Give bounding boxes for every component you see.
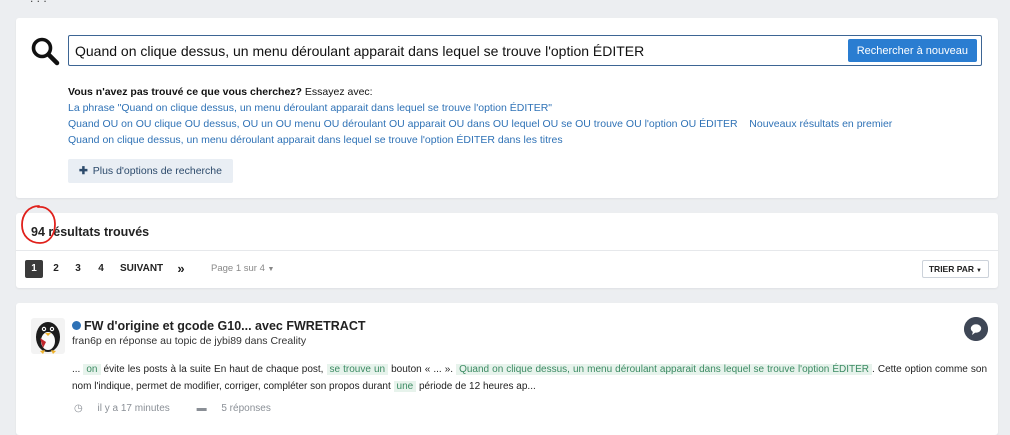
next-page-button[interactable]: SUIVANT (120, 260, 163, 278)
avatar[interactable] (31, 318, 65, 354)
suggest-heading: Vous n'avez pas trouvé ce que vous cherc… (68, 84, 892, 100)
clock-icon: ◷ (74, 403, 83, 414)
results-count-heading: 94 résultats trouvés (31, 225, 149, 239)
snippet-text: ... (72, 364, 84, 375)
search-input[interactable] (75, 40, 835, 62)
snippet-text: évite les posts à la suite En haut de ch… (100, 364, 327, 375)
results-count: 94 (31, 225, 45, 239)
snippet-highlight: Quand on clique dessus, un menu déroulan… (456, 364, 873, 375)
page-2-button[interactable]: 2 (48, 260, 64, 278)
post-snippet: ... on évite les posts à la suite En hau… (72, 361, 987, 395)
caret-down-icon: ▼ (976, 268, 982, 274)
unread-dot-icon (72, 321, 81, 330)
suggest-question: Vous n'avez pas trouvé ce que vous cherc… (68, 86, 302, 98)
plus-icon: ✚ (79, 165, 88, 177)
post-time: ◷ il y a 17 minutes (74, 403, 182, 414)
suggestion-row: Quand OU on OU clique OU dessus, OU un O… (68, 116, 892, 132)
results-label: résultats trouvés (48, 225, 150, 239)
page-jump-dropdown[interactable]: Page 1 sur 4 ▼ (211, 260, 274, 278)
post-time-text: il y a 17 minutes (97, 403, 170, 414)
post-footer: ◷ il y a 17 minutes ▬ 5 réponses (74, 403, 295, 414)
page-3-button[interactable]: 3 (70, 260, 86, 278)
suggestion-phrase-link[interactable]: La phrase "Quand on clique dessus, un me… (68, 100, 892, 116)
snippet-text: bouton « ... ». (388, 364, 457, 375)
snippet-highlight: une (393, 381, 417, 392)
search-panel: Rechercher à nouveau Vous n'avez pas tro… (16, 18, 998, 198)
search-suggestions: Vous n'avez pas trouvé ce que vous cherc… (68, 84, 892, 148)
page-of-label: Page 1 sur 4 (211, 263, 265, 274)
suggest-try-label: Essayez avec: (301, 86, 373, 98)
post-replies[interactable]: ▬ 5 réponses (197, 403, 283, 414)
sort-by-button[interactable]: TRIER PAR ▼ (921, 260, 989, 278)
post-meta: fran6p en réponse au topic de jybi89 dan… (72, 335, 307, 347)
caret-down-icon: ▼ (267, 266, 275, 273)
more-search-options-button[interactable]: ✚ Plus d'options de recherche (68, 159, 233, 183)
divider (16, 250, 998, 251)
page-4-button[interactable]: 4 (93, 260, 109, 278)
search-again-button[interactable]: Rechercher à nouveau (847, 39, 977, 62)
post-title: FW d'origine et gcode G10... avec FWRETR… (84, 319, 366, 333)
sort-label: TRIER PAR (928, 264, 975, 274)
snippet-highlight: on (83, 364, 101, 375)
search-icon (31, 37, 60, 66)
suggestion-newest-link[interactable]: Nouveaux résultats en premier (749, 118, 892, 130)
snippet-text: période de 12 heures ap... (416, 381, 536, 392)
suggestion-titles-link[interactable]: Quand on clique dessus, un menu déroulan… (68, 132, 892, 148)
more-options-label: Plus d'options de recherche (92, 165, 222, 177)
chat-bubble-icon[interactable] (964, 317, 988, 341)
page-1-button[interactable]: 1 (25, 260, 43, 278)
suggestion-or-link[interactable]: Quand OU on OU clique OU dessus, OU un O… (68, 118, 738, 130)
post-title-link[interactable]: FW d'origine et gcode G10... avec FWRETR… (72, 319, 365, 333)
last-page-button[interactable]: » (175, 260, 187, 278)
snippet-highlight: se trouve un (326, 364, 389, 375)
post-replies-text: 5 réponses (221, 403, 271, 414)
comment-icon: ▬ (196, 403, 207, 414)
search-box: Rechercher à nouveau (68, 35, 982, 66)
results-header: 94 résultats trouvés 1 2 3 4 SUIVANT » P… (16, 205, 998, 288)
search-result-post: FW d'origine et gcode G10... avec FWRETR… (16, 303, 998, 435)
clipped-top-text: . . . (30, 0, 47, 5)
